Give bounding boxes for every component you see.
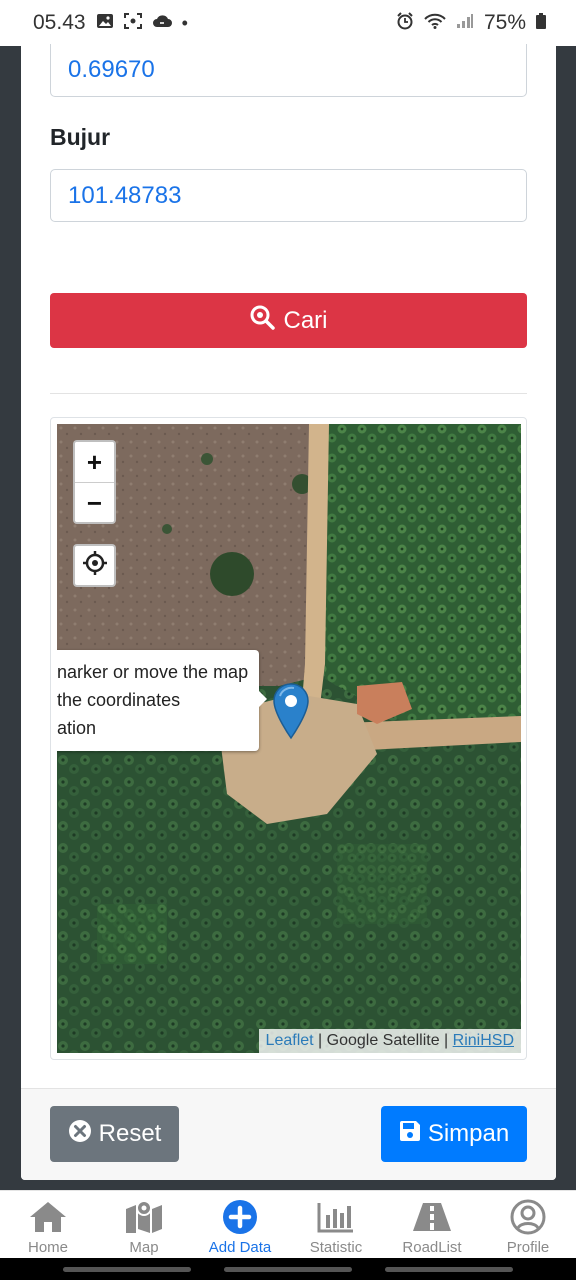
search-location-icon <box>249 304 276 337</box>
reset-button-label: Reset <box>98 1120 162 1147</box>
map-attribution: Leaflet | Google Satellite | RiniHSD <box>258 1029 521 1053</box>
cloud-sync-icon <box>152 13 172 34</box>
satellite-map[interactable]: + − narker or move the map the coordinat… <box>57 424 521 1053</box>
notification-dot-icon: • <box>181 12 188 33</box>
leaflet-link[interactable]: Leaflet <box>266 1032 314 1049</box>
nav-item-home[interactable]: Home <box>0 1191 96 1258</box>
road-icon <box>411 1197 453 1237</box>
nav-label-statistic: Statistic <box>309 1239 363 1256</box>
zoom-out-button[interactable]: − <box>75 483 114 522</box>
status-left: 05.43 • <box>33 11 188 35</box>
reset-button[interactable]: Reset <box>50 1106 179 1162</box>
floppy-disk-icon <box>399 1120 421 1149</box>
crosshair-icon <box>82 550 108 581</box>
attribution-separator: | <box>439 1032 453 1049</box>
nav-label-map: Map <box>129 1239 159 1256</box>
attribution-separator: | <box>313 1032 327 1049</box>
save-button-label: Simpan <box>427 1120 510 1147</box>
battery-percent: 75% <box>483 11 526 34</box>
screenshot-icon <box>123 12 142 34</box>
longitude-field[interactable]: 101.48783 <box>50 169 527 222</box>
wifi-icon <box>424 13 446 34</box>
section-divider <box>50 393 527 394</box>
status-bar: 05.43 • 75% <box>0 0 576 46</box>
home-icon <box>27 1197 69 1237</box>
nav-item-roadlist[interactable]: RoadList <box>384 1191 480 1258</box>
system-gesture-bar <box>0 1258 576 1280</box>
status-right: 75% <box>396 11 546 35</box>
gesture-indicator <box>63 1267 191 1272</box>
nav-label-home: Home <box>27 1239 68 1256</box>
zoom-control: + − <box>73 440 116 524</box>
tooltip-line-2: the coordinates <box>57 690 181 710</box>
gesture-indicator[interactable] <box>224 1267 352 1272</box>
signal-icon <box>456 13 474 34</box>
tooltip-line-1: narker or move the map <box>57 662 249 682</box>
nav-label-roadlist: RoadList <box>402 1239 462 1256</box>
location-marker-icon[interactable] <box>272 682 310 740</box>
user-circle-icon <box>507 1197 549 1237</box>
search-button[interactable]: Cari <box>50 293 527 348</box>
longitude-label: Bujur <box>50 124 111 150</box>
status-time: 05.43 <box>33 11 86 34</box>
locate-button[interactable] <box>73 544 116 587</box>
gallery-icon <box>96 13 114 34</box>
search-button-label: Cari <box>283 306 328 334</box>
save-button[interactable]: Simpan <box>381 1106 527 1162</box>
attribution-provider: Google Satellite <box>326 1032 440 1049</box>
nav-label-add-data: Add Data <box>208 1239 272 1256</box>
battery-icon <box>536 12 546 34</box>
card-footer: Reset Simpan <box>21 1088 556 1180</box>
nav-item-add-data[interactable]: Add Data <box>192 1191 288 1258</box>
form-card: 0.69670 Bujur 101.48783 Cari + − narker … <box>21 44 556 1180</box>
nav-label-profile: Profile <box>506 1239 550 1256</box>
bottom-navigation: Home Map Add Data Statistic RoadList Pro… <box>0 1190 576 1258</box>
nav-item-map[interactable]: Map <box>96 1191 192 1258</box>
add-circle-icon <box>219 1197 261 1237</box>
tooltip-line-3: ation <box>57 718 97 738</box>
zoom-in-button[interactable]: + <box>75 442 114 482</box>
author-link[interactable]: RiniHSD <box>453 1032 514 1049</box>
latitude-field[interactable]: 0.69670 <box>50 44 527 97</box>
nav-item-profile[interactable]: Profile <box>480 1191 576 1258</box>
marker-tooltip: narker or move the map the coordinates a… <box>57 650 259 751</box>
map-frame: + − narker or move the map the coordinat… <box>50 417 527 1060</box>
alarm-icon <box>396 11 414 35</box>
bar-chart-icon <box>315 1197 357 1237</box>
tooltip-arrow <box>258 690 267 708</box>
map-icon <box>123 1197 165 1237</box>
close-circle-icon <box>68 1119 92 1150</box>
gesture-indicator <box>385 1267 513 1272</box>
nav-item-statistic[interactable]: Statistic <box>288 1191 384 1258</box>
